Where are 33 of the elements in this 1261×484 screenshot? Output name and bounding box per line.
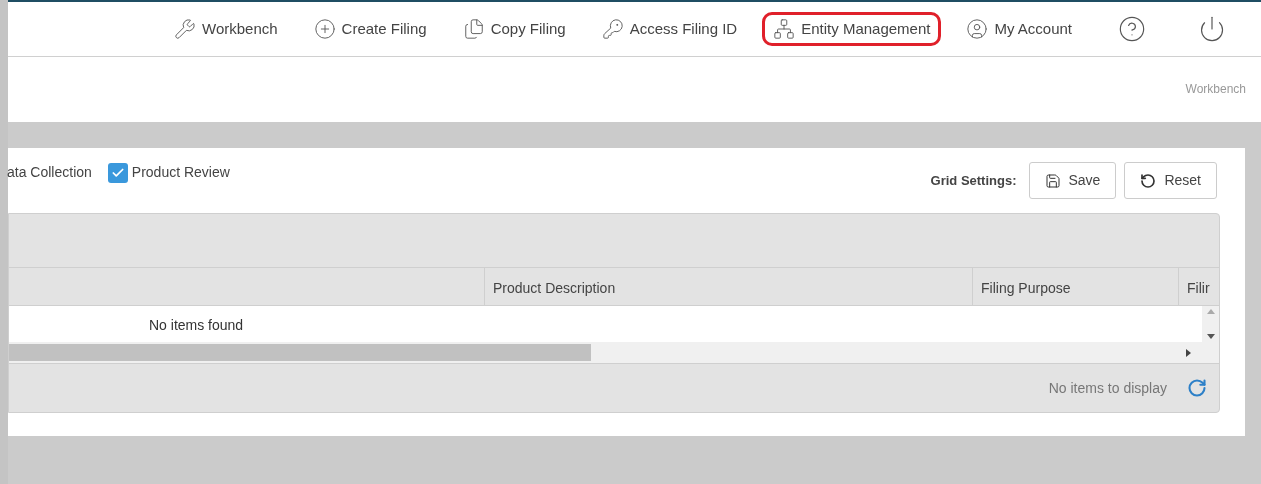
checkbox-label[interactable]: Product Review (131, 162, 230, 183)
grid-settings-label: Grid Settings: (930, 171, 1017, 190)
nav-link[interactable]: Workbench (163, 12, 289, 46)
scroll-down-icon[interactable] (1206, 334, 1215, 339)
nav-link[interactable]: Entity Management (762, 12, 942, 46)
nav-link[interactable]: My Account (955, 12, 1083, 46)
wrench-icon (174, 18, 196, 40)
add-icon (313, 18, 336, 40)
save-button[interactable]: Save (1028, 162, 1117, 199)
nav-link[interactable]: Create Filing (302, 12, 438, 46)
column-header[interactable]: Product Description (484, 268, 972, 305)
filter-label[interactable]: ata Collection (7, 162, 92, 183)
nav-link[interactable]: Access Filing ID (590, 12, 749, 46)
power-icon (1198, 15, 1226, 43)
documents-icon (462, 18, 485, 40)
column-header[interactable]: Filing Purpose (972, 268, 1178, 305)
nav-link[interactable]: Copy Filing (451, 12, 577, 46)
vertical-scrollbar[interactable] (1202, 306, 1219, 342)
breadcrumb: Workbench (1185, 81, 1246, 98)
user-icon (966, 18, 989, 40)
reset-button[interactable]: Reset (1124, 162, 1217, 199)
checkbox[interactable] (107, 162, 128, 183)
reset-icon (1140, 172, 1157, 189)
refresh-icon[interactable] (1187, 378, 1207, 398)
help-icon (1118, 15, 1146, 43)
column-header[interactable]: Filir (1178, 268, 1219, 305)
empty-message: No items found (149, 317, 244, 333)
scroll-right-icon[interactable] (1186, 348, 1191, 357)
key-icon (601, 18, 624, 40)
pager-info: No items to display (1048, 378, 1167, 398)
hierarchy-icon (773, 18, 796, 40)
horizontal-scrollbar[interactable] (9, 342, 1219, 363)
scrollbar-thumb[interactable] (9, 344, 591, 361)
